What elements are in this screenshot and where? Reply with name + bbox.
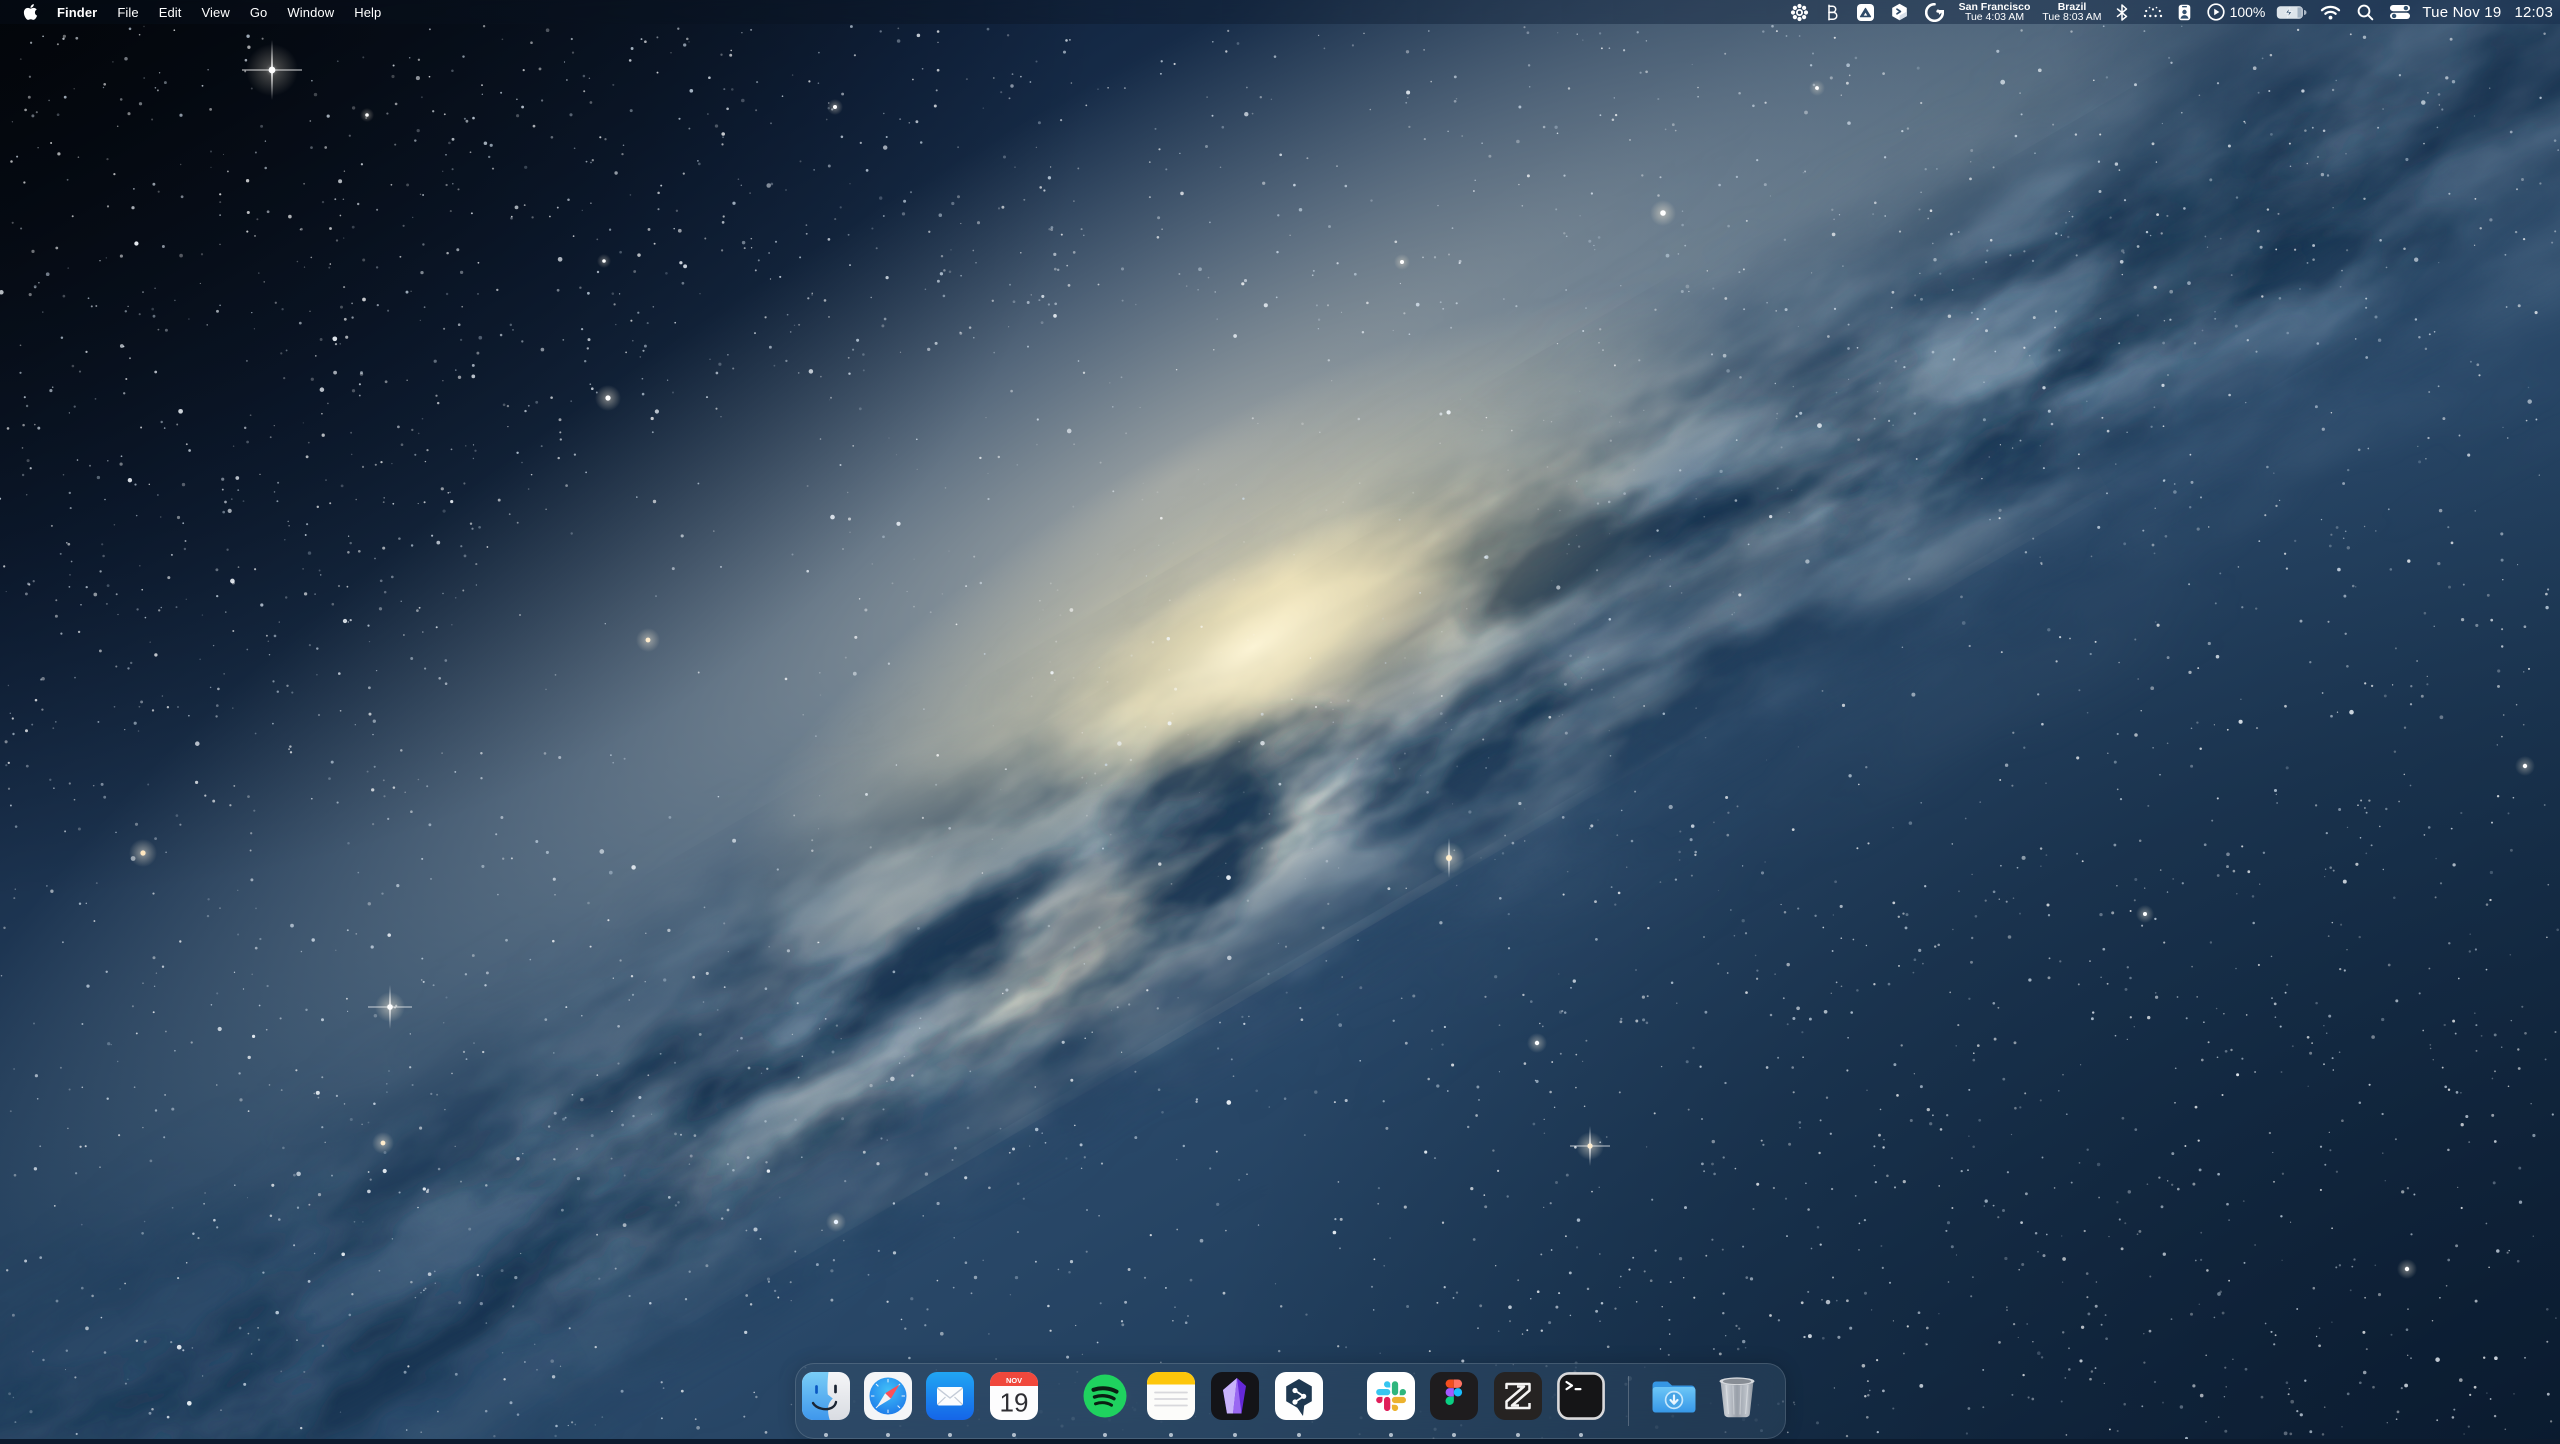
svg-text:NOV: NOV (1006, 1376, 1022, 1385)
svg-text:19: 19 (1000, 1388, 1029, 1418)
